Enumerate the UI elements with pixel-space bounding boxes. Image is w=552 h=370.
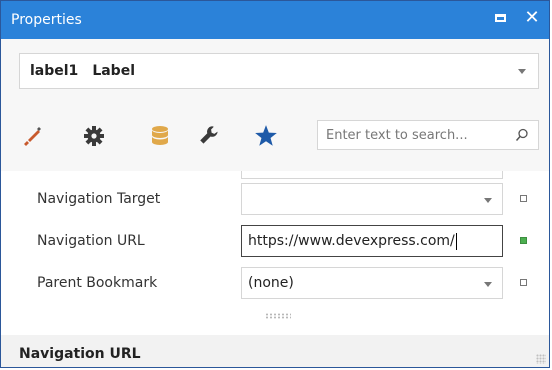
title-bar: Properties ✕ [1,1,549,39]
property-value: (none) [248,275,294,291]
search-icon[interactable] [515,128,529,142]
previous-row-editor [241,171,503,179]
wrench-icon [200,126,218,144]
description-splitter[interactable] [1,301,549,336]
star-icon [255,125,277,146]
parent-bookmark-editor[interactable]: (none) [241,267,503,299]
favorites-tab[interactable] [247,117,285,155]
property-grid: Navigation Target Navigation URL https:/… [1,171,549,301]
category-toolbar [1,107,549,159]
splitter-grip-icon[interactable] [265,313,291,319]
property-label: Navigation URL [37,233,145,249]
navigation-target-editor[interactable] [241,183,503,215]
behavior-tab[interactable] [75,117,113,155]
close-icon: ✕ [524,7,540,28]
data-tab[interactable] [141,117,179,155]
search-input[interactable] [324,126,508,144]
layout-tab[interactable] [191,117,229,155]
property-row: Navigation Target [1,183,549,217]
navigation-url-editor[interactable]: https://www.devexpress.com/ [241,225,503,257]
database-icon [152,126,168,145]
resize-grip-icon[interactable] [536,354,546,364]
chevron-down-icon [518,69,526,74]
gear-icon [84,126,104,146]
property-marker[interactable] [520,237,527,244]
maximize-button[interactable] [491,9,509,27]
property-label: Navigation Target [37,191,161,207]
text-cursor [455,232,457,250]
brush-icon [24,127,41,146]
property-marker[interactable] [520,279,527,286]
property-marker[interactable] [520,195,527,202]
property-row: Navigation URL https://www.devexpress.co… [1,225,549,259]
property-value: https://www.devexpress.com/ [248,233,455,249]
window-controls: ✕ [491,9,541,27]
component-name: label1 [30,63,79,79]
description-panel: Navigation URL [1,335,549,367]
property-row: Parent Bookmark (none) [1,267,549,301]
search-box[interactable] [317,120,539,150]
properties-panel: label1 Label Enter text to search... Nav… [1,39,549,367]
properties-window: Properties ✕ label1 Label Enter text to … [0,0,550,368]
chevron-down-icon[interactable] [484,282,492,287]
appearance-tab[interactable] [13,117,51,155]
window-title: Properties [11,12,82,28]
description-title: Navigation URL [19,346,141,362]
close-button[interactable]: ✕ [523,9,541,27]
maximize-icon [494,14,506,22]
component-selector[interactable]: label1 Label [19,53,539,89]
chevron-down-icon[interactable] [484,198,492,203]
property-label: Parent Bookmark [37,275,158,291]
component-type: Label [92,63,135,79]
